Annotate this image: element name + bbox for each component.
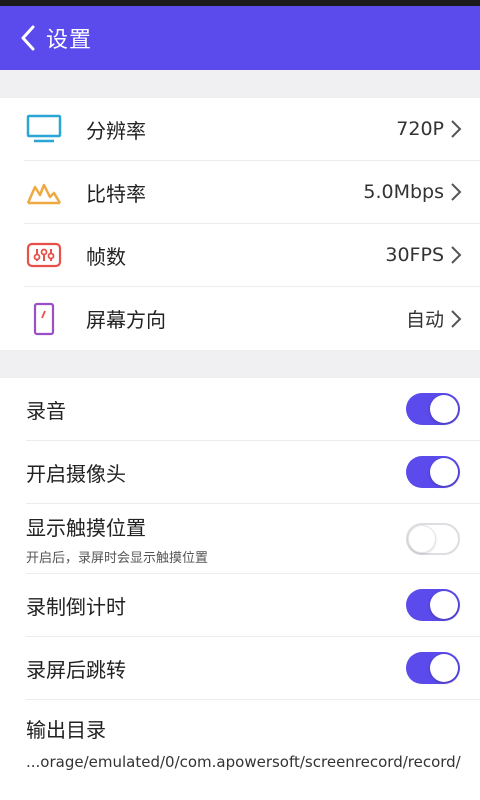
toggle-row-audio: 录音 xyxy=(26,378,480,441)
toggle-label: 显示触摸位置 xyxy=(26,515,146,540)
toggle-knob xyxy=(430,654,458,682)
output-label: 输出目录 xyxy=(26,718,106,742)
monitor-icon xyxy=(24,109,64,149)
toggle-knob xyxy=(430,458,458,486)
audio-toggle-switch[interactable] xyxy=(406,393,460,425)
setting-row-resolution[interactable]: 分辨率 720P xyxy=(24,98,480,161)
chevron-right-icon xyxy=(451,120,462,138)
setting-row-orientation[interactable]: 屏幕方向 自动 xyxy=(24,287,480,350)
page-title: 设置 xyxy=(46,28,93,53)
mountain-icon xyxy=(24,172,64,212)
setting-value: 720P xyxy=(396,118,444,140)
toggle-text: 显示触摸位置 开启后，录屏时会显示触摸位置 xyxy=(26,512,406,566)
toggle-knob xyxy=(430,591,458,619)
setting-value: 自动 xyxy=(405,309,444,331)
recording-options-card: 录音 开启摄像头 显示触摸位置 开启后，录屏时会显示触摸位置 录制倒计时 录屏后… xyxy=(0,378,480,786)
chevron-left-icon xyxy=(21,25,35,51)
setting-label: 帧数 xyxy=(86,244,126,269)
setting-label: 分辨率 xyxy=(86,118,146,143)
toggle-label: 录屏后跳转 xyxy=(26,657,126,682)
chevron-right-icon xyxy=(451,183,462,201)
chevron-right-icon xyxy=(451,309,462,328)
jump-toggle-switch[interactable] xyxy=(406,652,460,684)
toggle-label: 录音 xyxy=(26,398,66,423)
camera-toggle-switch[interactable] xyxy=(406,456,460,488)
setting-label: 比特率 xyxy=(86,181,146,206)
setting-label: 屏幕方向 xyxy=(86,308,166,332)
toggle-row-jump: 录屏后跳转 xyxy=(26,637,480,700)
phone-rotate-icon xyxy=(24,299,64,339)
toggle-label: 录制倒计时 xyxy=(26,594,126,619)
toggle-row-countdown: 录制倒计时 xyxy=(26,574,480,637)
video-settings-card: 分辨率 720P 比特率 5.0Mbps 帧数 30FPS 屏幕方向 自动 xyxy=(0,98,480,350)
toggle-row-touch: 显示触摸位置 开启后，录屏时会显示触摸位置 xyxy=(26,504,480,574)
setting-row-bitrate[interactable]: 比特率 5.0Mbps xyxy=(24,161,480,224)
setting-row-framerate[interactable]: 帧数 30FPS xyxy=(24,224,480,287)
countdown-toggle-switch[interactable] xyxy=(406,589,460,621)
back-button[interactable] xyxy=(14,18,42,58)
equalizer-icon xyxy=(24,235,64,275)
touch-toggle-switch[interactable] xyxy=(406,522,460,555)
bottom-area xyxy=(0,786,480,800)
toggle-description: 开启后，录屏时会显示触摸位置 xyxy=(26,550,209,566)
toggle-label: 开启摄像头 xyxy=(26,461,126,486)
toggle-knob xyxy=(408,524,436,553)
setting-value: 5.0Mbps xyxy=(363,181,444,203)
toggle-row-camera: 开启摄像头 xyxy=(26,441,480,504)
header-bar: 设置 xyxy=(0,6,480,70)
output-directory-row[interactable]: 输出目录 ...orage/emulated/0/com.apowersoft/… xyxy=(26,700,480,786)
toggle-knob xyxy=(430,395,458,423)
setting-value: 30FPS xyxy=(385,244,444,266)
chevron-right-icon xyxy=(451,246,462,264)
output-path: ...orage/emulated/0/com.apowersoft/scree… xyxy=(26,753,461,771)
